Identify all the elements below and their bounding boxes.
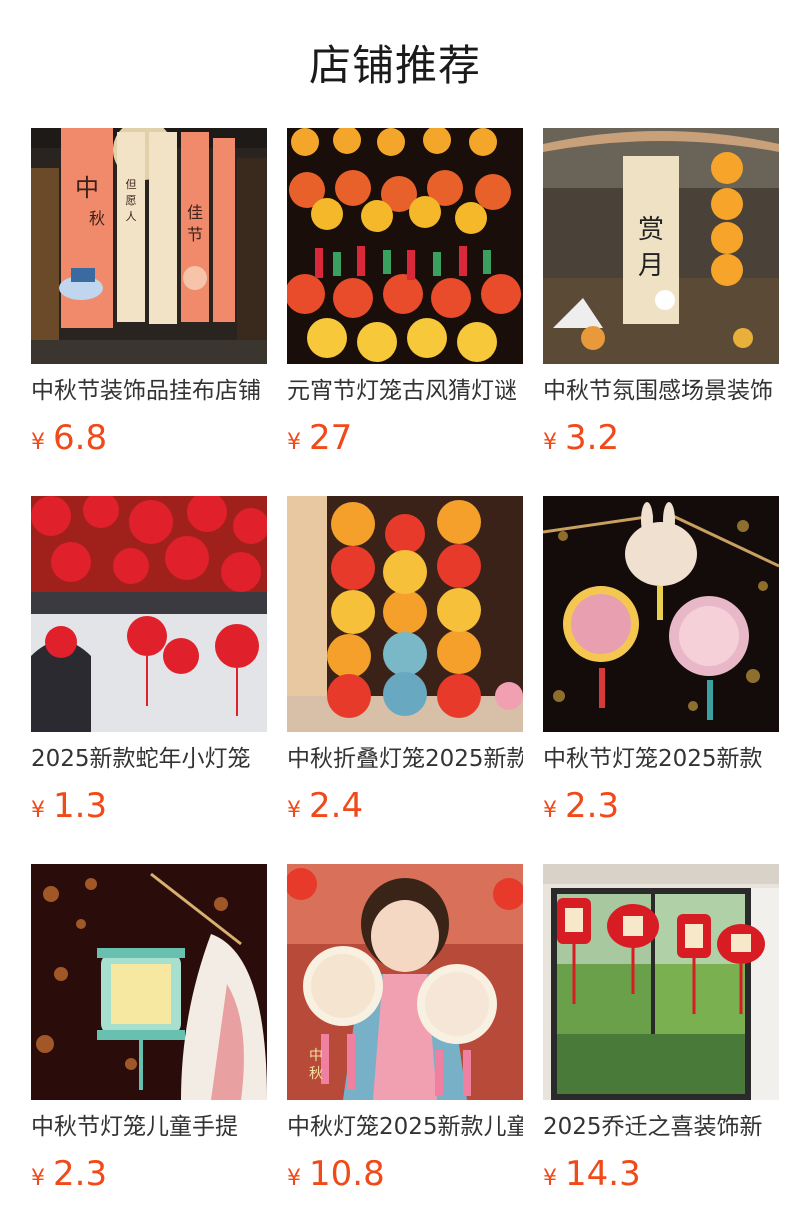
svg-text:中: 中 xyxy=(75,174,99,202)
rabbit-lanterns-image-icon[interactable] xyxy=(543,496,779,732)
svg-text:秋: 秋 xyxy=(309,1066,323,1082)
price-value: 2.4 xyxy=(309,786,364,826)
product-title[interactable]: 2025乔迁之喜装饰新 xyxy=(543,1110,779,1144)
svg-text:秋: 秋 xyxy=(89,209,105,228)
product-title[interactable]: 中秋折叠灯笼2025新款 xyxy=(287,742,523,776)
product-card[interactable]: 中 秋 中秋灯笼2025新款儿童 ¥ 10.8 xyxy=(287,864,523,1232)
price-value: 10.8 xyxy=(309,1154,385,1194)
product-price: ¥ 1.3 xyxy=(31,784,107,828)
product-title[interactable]: 中秋节灯笼儿童手提 xyxy=(31,1110,267,1144)
product-price: ¥ 14.3 xyxy=(543,1152,641,1196)
svg-text:节: 节 xyxy=(187,225,203,244)
price-value: 27 xyxy=(309,418,353,458)
svg-text:佳: 佳 xyxy=(187,203,203,222)
product-title[interactable]: 中秋节装饰品挂布店铺 xyxy=(31,374,267,408)
currency-symbol: ¥ xyxy=(287,798,301,823)
currency-symbol: ¥ xyxy=(31,1166,45,1191)
page-title: 店铺推荐 xyxy=(308,41,481,90)
product-price: ¥ 10.8 xyxy=(287,1152,385,1196)
product-price: ¥ 2.3 xyxy=(31,1152,107,1196)
product-card[interactable]: 中秋节灯笼2025新款 ¥ 2.3 xyxy=(543,496,779,864)
product-card[interactable]: 赏 月 中秋节氛围感场景装饰 ¥ 3.2 xyxy=(543,128,779,496)
product-title[interactable]: 中秋灯笼2025新款儿童 xyxy=(287,1110,523,1144)
product-title[interactable]: 2025新款蛇年小灯笼 xyxy=(31,742,267,776)
product-title[interactable]: 中秋节氛围感场景装饰 xyxy=(543,374,779,408)
price-value: 3.2 xyxy=(565,418,620,458)
svg-text:赏: 赏 xyxy=(638,215,664,245)
currency-symbol: ¥ xyxy=(287,1166,301,1191)
price-value: 14.3 xyxy=(565,1154,641,1194)
currency-symbol: ¥ xyxy=(543,1166,557,1191)
product-price: ¥ 6.8 xyxy=(31,416,107,460)
svg-text:月: 月 xyxy=(638,251,664,281)
currency-symbol: ¥ xyxy=(543,430,557,455)
lantern-wall-image-icon[interactable] xyxy=(287,128,523,364)
price-value: 2.3 xyxy=(53,1154,108,1194)
girl-with-lanterns-image-icon[interactable]: 中 秋 xyxy=(287,864,523,1100)
product-grid: 中 秋 但 愿 人 佳 节 中秋节装饰品挂布店铺 ¥ 6.8 元宵节灯笼古风猜灯… xyxy=(31,128,779,1232)
product-card[interactable]: 2025乔迁之喜装饰新 ¥ 14.3 xyxy=(543,864,779,1232)
mid-autumn-banner-image-icon[interactable]: 中 秋 但 愿 人 佳 节 xyxy=(31,128,267,364)
currency-symbol: ¥ xyxy=(543,798,557,823)
svg-text:愿: 愿 xyxy=(126,194,137,207)
folding-lanterns-image-icon[interactable] xyxy=(287,496,523,732)
svg-text:但: 但 xyxy=(126,178,137,191)
window-lanterns-image-icon[interactable] xyxy=(543,864,779,1100)
product-card[interactable]: 中 秋 但 愿 人 佳 节 中秋节装饰品挂布店铺 ¥ 6.8 xyxy=(31,128,267,496)
price-value: 1.3 xyxy=(53,786,108,826)
moon-viewing-scroll-image-icon[interactable]: 赏 月 xyxy=(543,128,779,364)
svg-text:人: 人 xyxy=(126,210,137,223)
red-honeycomb-lanterns-image-icon[interactable] xyxy=(31,496,267,732)
product-price: ¥ 2.4 xyxy=(287,784,363,828)
product-card[interactable]: 元宵节灯笼古风猜灯谜 ¥ 27 xyxy=(287,128,523,496)
page: 店铺推荐 中 秋 但 愿 人 佳 节 中秋节装饰品挂布店铺 ¥ 6.8 元宵节灯… xyxy=(0,0,790,1232)
product-title[interactable]: 元宵节灯笼古风猜灯谜 xyxy=(287,374,523,408)
product-price: ¥ 2.3 xyxy=(543,784,619,828)
product-title[interactable]: 中秋节灯笼2025新款 xyxy=(543,742,779,776)
hand-held-lantern-image-icon[interactable] xyxy=(31,864,267,1100)
currency-symbol: ¥ xyxy=(287,430,301,455)
currency-symbol: ¥ xyxy=(31,430,45,455)
currency-symbol: ¥ xyxy=(31,798,45,823)
price-value: 2.3 xyxy=(565,786,620,826)
product-card[interactable]: 中秋节灯笼儿童手提 ¥ 2.3 xyxy=(31,864,267,1232)
svg-text:中: 中 xyxy=(309,1048,323,1064)
product-card[interactable]: 2025新款蛇年小灯笼 ¥ 1.3 xyxy=(31,496,267,864)
product-price: ¥ 27 xyxy=(287,416,352,460)
product-price: ¥ 3.2 xyxy=(543,416,619,460)
price-value: 6.8 xyxy=(53,418,108,458)
product-card[interactable]: 中秋折叠灯笼2025新款 ¥ 2.4 xyxy=(287,496,523,864)
